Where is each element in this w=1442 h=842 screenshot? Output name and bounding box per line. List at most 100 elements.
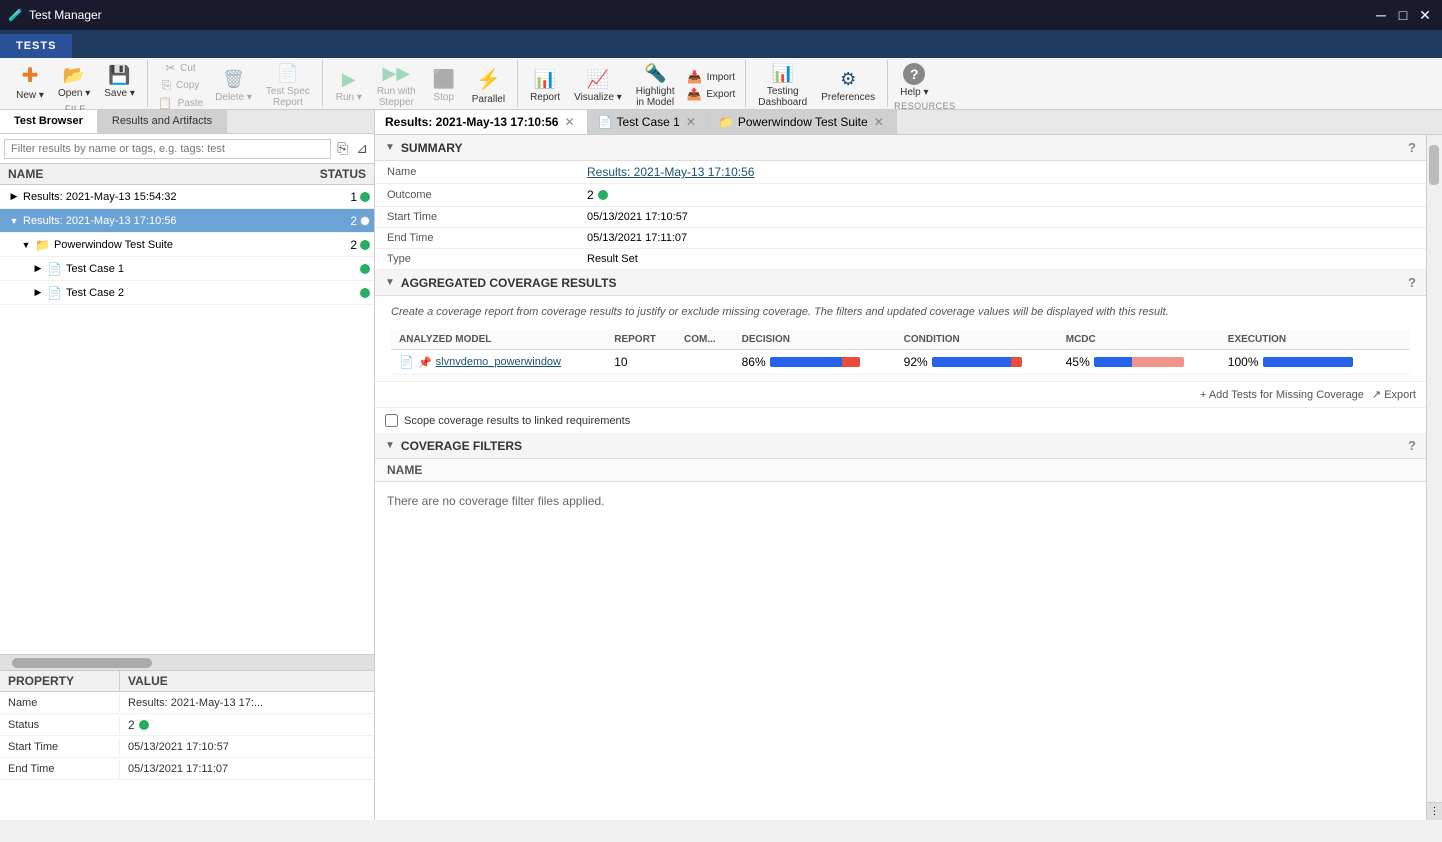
summary-label-start-time: Start Time	[375, 207, 575, 228]
filter-button[interactable]: ⊿	[354, 138, 370, 159]
suite-1-label: Powerwindow Test Suite	[54, 239, 350, 251]
results-tab-label: Results: 2021-May-13 17:10:56	[385, 115, 558, 129]
expand-suite-1[interactable]: ▼	[20, 239, 32, 251]
file-icon-case-2: 📄	[47, 286, 62, 300]
right-scrollbar[interactable]: ⋮	[1426, 135, 1442, 820]
summary-title: SUMMARY	[401, 141, 463, 155]
suite-tab-icon: 📁	[719, 115, 734, 129]
h-scroll-thumb[interactable]	[12, 658, 152, 668]
coverage-table-wrap: ANALYZED MODEL REPORT COM... DECISION CO…	[375, 324, 1426, 381]
value-col-header: VALUE	[120, 671, 374, 691]
run-with-stepper-button[interactable]: ▶▶ Run withStepper	[371, 60, 422, 111]
summary-help-icon[interactable]: ?	[1408, 140, 1416, 155]
coverage-filters-header[interactable]: ▼ COVERAGE FILTERS ?	[375, 433, 1426, 459]
visualize-button[interactable]: 📈 Visualize ▾	[568, 66, 628, 106]
stop-button[interactable]: ⬛ Stop	[424, 66, 464, 106]
file-icon-case-1: 📄	[47, 262, 62, 276]
main-tab-tests[interactable]: TESTS	[0, 34, 73, 58]
toolbar-results-section: 📊 Report 📈 Visualize ▾ 🔦 Highlightin Mod…	[518, 60, 746, 107]
folder-icon-suite: 📁	[35, 238, 50, 252]
toolbar-environment-section: 📊 TestingDashboard ⚙ Preferences ENVIRON…	[746, 60, 888, 107]
test-case-1-tab-label: Test Case 1	[616, 115, 679, 129]
summary-table: Name Results: 2021-May-13 17:10:56 Outco…	[375, 161, 1426, 270]
summary-value-end-time: 05/13/2021 17:11:07	[575, 228, 1426, 249]
tab-test-case-1[interactable]: 📄 Test Case 1 ✕	[588, 110, 709, 134]
name-column-header: NAME	[8, 167, 43, 181]
col-mcdc: MCDC	[1058, 330, 1220, 350]
delete-button[interactable]: 🗑 Delete ▾	[209, 66, 258, 106]
summary-name-link[interactable]: Results: 2021-May-13 17:10:56	[587, 165, 754, 179]
coverage-table: ANALYZED MODEL REPORT COM... DECISION CO…	[391, 330, 1410, 375]
save-button[interactable]: 💾 Save ▾	[98, 62, 141, 102]
test-case-1-tab-close[interactable]: ✕	[684, 115, 698, 129]
open-button[interactable]: 📂 Open ▾	[52, 62, 96, 102]
test-spec-report-button[interactable]: 📄 Test SpecReport	[260, 60, 316, 111]
maximize-button[interactable]: □	[1394, 6, 1412, 24]
filters-title: COVERAGE FILTERS	[401, 439, 522, 453]
export-coverage-link[interactable]: ↗ Export	[1372, 388, 1416, 401]
run-stepper-icon: ▶▶	[382, 63, 410, 84]
model-link[interactable]: slvnvdemo_powerwindow	[436, 356, 561, 368]
testing-dashboard-button[interactable]: 📊 TestingDashboard	[752, 60, 813, 111]
expand-case-1[interactable]: ▶	[32, 263, 44, 275]
app-title: Test Manager	[29, 8, 102, 22]
tree-item-case-1[interactable]: ▶ 📄 Test Case 1	[0, 257, 374, 281]
tree-area[interactable]: ▶ Results: 2021-May-13 15:54:32 1 ▼ Resu…	[0, 185, 374, 654]
tree-item-result-1[interactable]: ▶ Results: 2021-May-13 15:54:32 1	[0, 185, 374, 209]
help-button[interactable]: ? Help ▾	[894, 60, 934, 101]
summary-row-end-time: End Time 05/13/2021 17:11:07	[375, 228, 1426, 249]
com-cell	[676, 350, 734, 375]
expand-result-2[interactable]: ▼	[8, 215, 20, 227]
copy-filter-button[interactable]: ⎘	[335, 138, 350, 159]
coverage-title: AGGREGATED COVERAGE RESULTS	[401, 276, 617, 290]
export-button[interactable]: 📤 Export	[683, 86, 740, 102]
summary-row-outcome: Outcome 2	[375, 184, 1426, 207]
tab-results-main[interactable]: Results: 2021-May-13 17:10:56 ✕	[375, 110, 588, 134]
import-button[interactable]: 📥 Import	[683, 69, 740, 85]
h-scrollbar[interactable]	[0, 654, 374, 670]
add-tests-link[interactable]: + Add Tests for Missing Coverage	[1200, 389, 1364, 401]
filters-help-icon[interactable]: ?	[1408, 438, 1416, 453]
new-button[interactable]: ✚ New ▾	[10, 60, 50, 104]
summary-value-outcome: 2	[575, 184, 1426, 207]
close-button[interactable]: ✕	[1416, 6, 1434, 24]
tab-test-browser[interactable]: Test Browser	[0, 110, 98, 133]
expand-case-2[interactable]: ▶	[32, 287, 44, 299]
powerwindow-tab-close[interactable]: ✕	[872, 115, 886, 129]
results-tab-close[interactable]: ✕	[562, 115, 576, 129]
tab-results-artifacts[interactable]: Results and Artifacts	[98, 110, 227, 133]
coverage-section-header[interactable]: ▼ AGGREGATED COVERAGE RESULTS ?	[375, 270, 1426, 296]
run-button[interactable]: ▶ Run ▾	[329, 66, 369, 106]
decision-pct: 86%	[742, 355, 766, 369]
report-button[interactable]: 📊 Report	[524, 66, 566, 106]
tree-item-result-2[interactable]: ▼ Results: 2021-May-13 17:10:56 2	[0, 209, 374, 233]
pin-icon: 📌	[418, 356, 432, 369]
parallel-button[interactable]: ⚡ Parallel	[466, 64, 511, 108]
search-input[interactable]	[4, 139, 331, 159]
paste-button[interactable]: 📋 Paste	[154, 95, 207, 111]
prop-row-name: Name Results: 2021-May-13 17:...	[0, 692, 374, 714]
scope-checkbox[interactable]	[385, 414, 398, 427]
right-scroll-thumb[interactable]	[1429, 145, 1439, 185]
coverage-help-icon[interactable]: ?	[1408, 275, 1416, 290]
minimize-button[interactable]: ─	[1372, 6, 1390, 24]
result-1-status: 1	[350, 190, 370, 204]
expand-result-1[interactable]: ▶	[8, 191, 20, 203]
summary-row-type: Type Result Set	[375, 249, 1426, 270]
cut-button[interactable]: ✂ Cut	[154, 60, 207, 76]
highlight-model-button[interactable]: 🔦 Highlightin Model	[630, 60, 681, 111]
tree-item-case-2[interactable]: ▶ 📄 Test Case 2	[0, 281, 374, 305]
col-decision: DECISION	[734, 330, 896, 350]
visualize-icon: 📈	[587, 69, 609, 90]
help-icon: ?	[903, 63, 925, 85]
filter-name-col: NAME	[387, 463, 422, 477]
copy-button[interactable]: ⎘ Copy	[154, 77, 207, 94]
summary-section-header[interactable]: ▼ SUMMARY ?	[375, 135, 1426, 161]
right-collapse-handle[interactable]: ⋮	[1427, 802, 1442, 820]
preferences-button[interactable]: ⚙ Preferences	[815, 66, 881, 106]
summary-row-name: Name Results: 2021-May-13 17:10:56	[375, 161, 1426, 184]
tab-powerwindow-suite[interactable]: 📁 Powerwindow Test Suite ✕	[709, 110, 897, 134]
tree-item-suite-1[interactable]: ▼ 📁 Powerwindow Test Suite 2	[0, 233, 374, 257]
model-cell: 📄 📌 slvnvdemo_powerwindow	[391, 350, 606, 375]
parallel-icon: ⚡	[476, 67, 501, 92]
